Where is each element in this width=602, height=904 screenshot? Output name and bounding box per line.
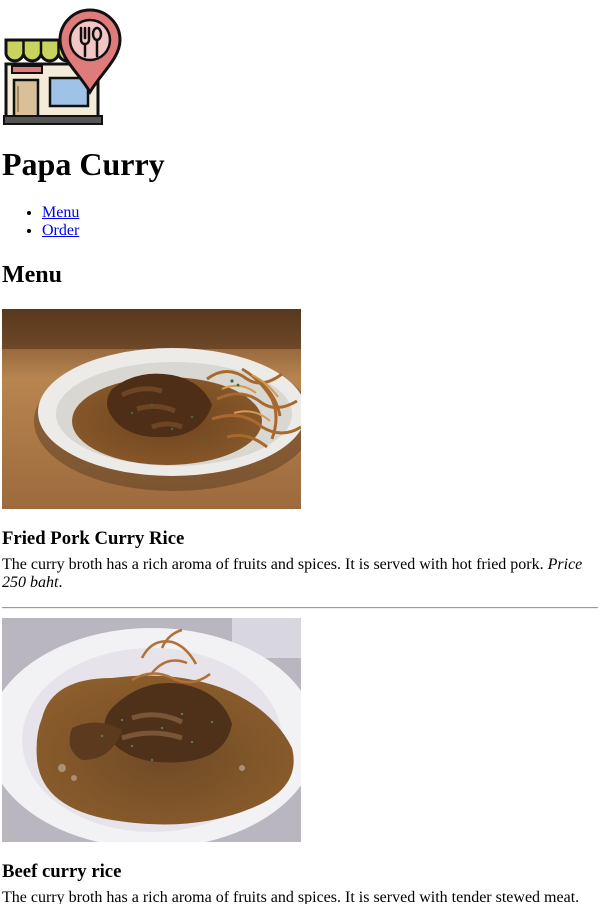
- menu-item-description: The curry broth has a rich aroma of frui…: [2, 889, 580, 904]
- menu-divider: [2, 607, 598, 609]
- menu-item-price-suffix: .: [58, 574, 63, 591]
- menu-item-description: The curry broth has a rich aroma of frui…: [2, 556, 598, 592]
- page: Papa Curry Menu Order Menu: [0, 0, 602, 904]
- main-nav: Menu Order: [2, 204, 79, 240]
- fried-pork-curry-photo: [2, 309, 301, 509]
- menu-item-title: Fried Pork Curry Rice: [2, 528, 185, 549]
- beef-curry-photo: [2, 618, 301, 842]
- nav-link-order[interactable]: Order: [42, 222, 79, 239]
- nav-item-order: Order: [42, 222, 79, 240]
- menu-heading: Menu: [2, 262, 62, 288]
- menu-item-title: Beef curry rice: [2, 861, 122, 882]
- site-title: Papa Curry: [2, 146, 165, 182]
- restaurant-location-icon: [2, 6, 122, 126]
- nav-link-menu[interactable]: Menu: [42, 204, 79, 221]
- nav-item-menu: Menu: [42, 204, 79, 222]
- menu-item-description-text: The curry broth has a rich aroma of frui…: [2, 556, 548, 573]
